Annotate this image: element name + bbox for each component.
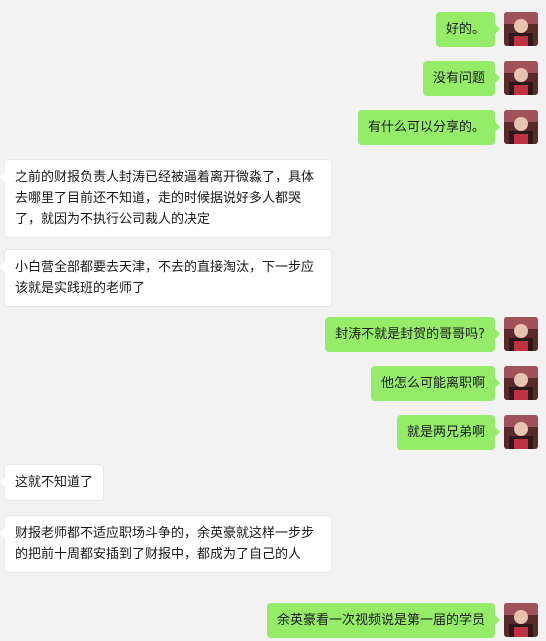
- sent-bubble[interactable]: 余英豪看一次视频说是第一届的学员: [266, 603, 501, 638]
- user-avatar[interactable]: [504, 415, 538, 449]
- user-avatar[interactable]: [504, 317, 538, 351]
- message-text: 封涛不就是封贺的哥哥吗?: [335, 327, 485, 342]
- user-avatar[interactable]: [504, 61, 538, 95]
- message-text: 余英豪看一次视频说是第一届的学员: [276, 613, 485, 628]
- received-bubble[interactable]: 财报老师都不适应职场斗争的，余英豪就这样一步步的把前十周都安插到了财报中，都成为…: [0, 515, 332, 573]
- sent-bubble[interactable]: 封涛不就是封贺的哥哥吗?: [325, 317, 500, 352]
- message-text: 财报老师都不适应职场斗争的，余英豪就这样一步步的把前十周都安插到了财报中，都成为…: [15, 526, 315, 562]
- chat-history[interactable]: 好的。 没有问题 有什么可以分享的。 之前的财报负责人封涛已经被逼着离开微淼了，…: [0, 0, 546, 641]
- message-text: 这就不知道了: [15, 475, 94, 490]
- user-avatar[interactable]: [504, 603, 538, 637]
- received-bubble[interactable]: 之前的财报负责人封涛已经被逼着离开微淼了，具体去哪里了目前还不知道，走的时候据说…: [0, 159, 332, 238]
- message-text: 有什么可以分享的。: [367, 120, 485, 135]
- message-text: 好的。: [445, 22, 485, 37]
- message-text: 就是两兄弟啊: [406, 425, 485, 440]
- sent-bubble[interactable]: 没有问题: [422, 61, 501, 96]
- received-bubble[interactable]: 小白营全部都要去天津，不去的直接淘汰，下一步应该就是实践班的老师了: [0, 249, 332, 307]
- sent-bubble[interactable]: 好的。: [435, 12, 501, 47]
- sent-bubble[interactable]: 就是两兄弟啊: [396, 415, 501, 450]
- message-text: 之前的财报负责人封涛已经被逼着离开微淼了，具体去哪里了目前还不知道，走的时候据说…: [15, 170, 315, 227]
- message-text: 小白营全部都要去天津，不去的直接淘汰，下一步应该就是实践班的老师了: [15, 260, 315, 296]
- user-avatar[interactable]: [504, 110, 538, 144]
- message-text: 他怎么可能离职啊: [380, 376, 485, 391]
- user-avatar[interactable]: [504, 366, 538, 400]
- sent-bubble[interactable]: 他怎么可能离职啊: [370, 366, 501, 401]
- sent-bubble[interactable]: 有什么可以分享的。: [357, 110, 501, 145]
- message-text: 没有问题: [432, 71, 485, 86]
- user-avatar[interactable]: [504, 12, 538, 46]
- received-bubble[interactable]: 这就不知道了: [0, 464, 105, 501]
